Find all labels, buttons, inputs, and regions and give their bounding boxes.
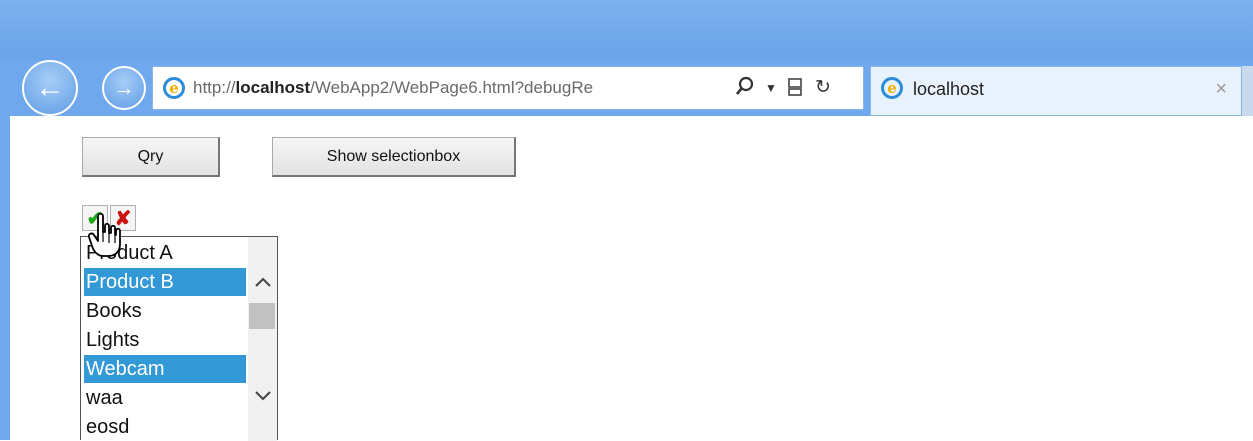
show-selectionbox-button[interactable]: Show selectionbox: [272, 137, 516, 177]
scroll-down-icon[interactable]: [248, 383, 277, 409]
compatibility-view-icon[interactable]: [787, 77, 805, 102]
list-item[interactable]: eosd: [84, 413, 246, 441]
list-item[interactable]: Product B: [84, 268, 246, 296]
scroll-up-icon[interactable]: [248, 269, 277, 295]
address-url[interactable]: http://localhost/WebApp2/WebPage6.html?d…: [193, 78, 723, 100]
title-bar: [0, 0, 1253, 60]
ie-logo-icon: e: [881, 77, 903, 99]
list-item[interactable]: Lights: [84, 326, 246, 354]
tab-title: localhost: [913, 79, 985, 99]
forward-arrow-icon: →: [113, 75, 135, 100]
list-item[interactable]: Books: [84, 297, 246, 325]
search-dropdown-icon[interactable]: ▼: [765, 81, 777, 95]
list-item[interactable]: Webcam: [84, 355, 246, 383]
back-arrow-icon: ←: [35, 71, 65, 104]
list-item[interactable]: waa: [84, 384, 246, 412]
tab-localhost[interactable]: e localhost ×: [870, 66, 1242, 116]
search-icon[interactable]: [735, 76, 755, 102]
scroll-thumb[interactable]: [249, 303, 275, 329]
forward-button[interactable]: →: [102, 66, 146, 110]
qry-button[interactable]: Qry: [82, 137, 220, 177]
new-tab-area[interactable]: [1242, 66, 1253, 116]
hand-pointer-cursor-icon: [87, 212, 122, 258]
ie-logo-icon: e: [163, 77, 185, 99]
scrollbar[interactable]: [248, 237, 277, 441]
address-bar[interactable]: e http://localhost/WebApp2/WebPage6.html…: [152, 66, 864, 110]
close-tab-icon[interactable]: ×: [1215, 78, 1227, 101]
selection-listbox[interactable]: Product A Product B Books Lights Webcam waa eo…: [80, 236, 278, 441]
window-border: [0, 116, 10, 440]
browser-chrome: ← → e http://localhost/WebApp2/WebPage6.…: [0, 0, 1253, 116]
back-button[interactable]: ←: [22, 60, 78, 116]
refresh-icon[interactable]: ↻: [815, 76, 831, 99]
